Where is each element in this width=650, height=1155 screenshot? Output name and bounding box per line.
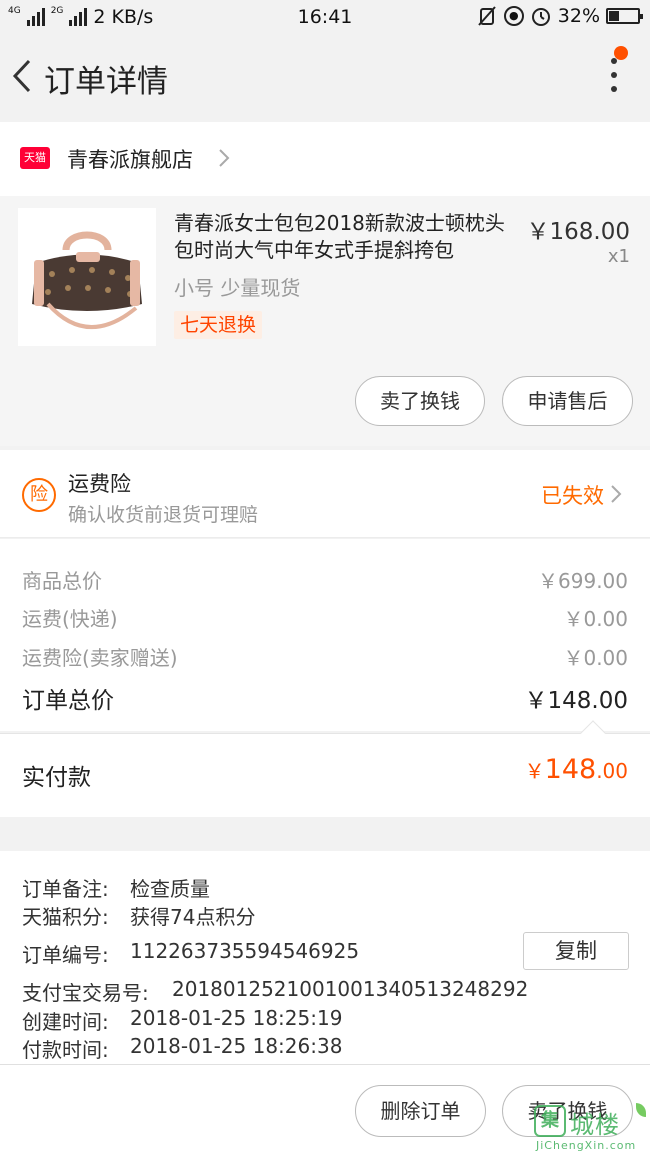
order-number-label: 订单编号: bbox=[22, 943, 109, 967]
chevron-left-icon[interactable] bbox=[12, 58, 32, 94]
actual-payment-row: 实付款 ￥148.00 bbox=[0, 720, 650, 817]
order-note-label: 订单备注: bbox=[22, 877, 109, 901]
created-time-value: 2018-01-25 18:25:19 bbox=[130, 1006, 343, 1030]
product-sku: 小号 少量现货 bbox=[174, 276, 301, 300]
summary-label: 商品总价 bbox=[22, 569, 102, 593]
paid-integer: 148 bbox=[544, 754, 597, 785]
return-policy-tag: 七天退换 bbox=[174, 311, 263, 339]
insurance-subtitle: 确认收货前退货可理赔 bbox=[68, 504, 259, 526]
product-title[interactable]: 青春派女士包包2018新款波士顿枕头包时尚大气中年女式手提斜挎包 bbox=[174, 210, 514, 264]
order-note-row: 订单备注: 检查质量 bbox=[22, 873, 210, 902]
notification-badge bbox=[614, 46, 628, 60]
paid-currency: ￥ bbox=[524, 759, 545, 783]
summary-value: ￥0.00 bbox=[563, 646, 628, 670]
watermark-logo: 集 城楼 JiChengXin.com bbox=[532, 1103, 648, 1153]
paid-time-label: 付款时间: bbox=[22, 1038, 109, 1062]
insurance-status: 已失效 bbox=[541, 484, 604, 508]
delete-order-button[interactable]: 删除订单 bbox=[355, 1085, 486, 1137]
paid-time-row: 付款时间: 2018-01-25 18:26:38 bbox=[22, 1034, 342, 1063]
copy-button[interactable]: 复制 bbox=[523, 932, 629, 970]
summary-row-order-total: 订单总价 ￥148.00 bbox=[22, 681, 628, 714]
watermark-subtext: JiChengXin.com bbox=[536, 1139, 637, 1152]
summary-label: 运费险(卖家赠送) bbox=[22, 646, 178, 670]
nav-bar: 订单详情 bbox=[0, 36, 650, 120]
summary-value: ￥699.00 bbox=[538, 569, 628, 593]
summary-row-goods: 商品总价 ￥699.00 bbox=[22, 565, 628, 595]
alarm-icon bbox=[531, 8, 550, 26]
page-title: 订单详情 bbox=[44, 64, 168, 100]
insurance-icon: 险 bbox=[22, 478, 56, 512]
sell-resale-button[interactable]: 卖了换钱 bbox=[355, 376, 485, 426]
product-card[interactable]: 青春派女士包包2018新款波士顿枕头包时尚大气中年女式手提斜挎包 ￥168.00… bbox=[0, 196, 650, 446]
order-total-value: ￥148.00 bbox=[524, 688, 628, 714]
summary-row-insurance: 运费险(卖家赠送) ￥0.00 bbox=[22, 642, 628, 672]
battery-percent: 32% bbox=[557, 5, 600, 27]
product-price: ￥168.00 bbox=[526, 219, 630, 245]
created-time-row: 创建时间: 2018-01-25 18:25:19 bbox=[22, 1006, 342, 1035]
summary-label: 运费(快递) bbox=[22, 607, 118, 631]
summary-row-shipping: 运费(快递) ￥0.00 bbox=[22, 603, 628, 633]
points-value: 获得74点积分 bbox=[130, 905, 256, 929]
order-number-value[interactable]: 112263735594546925 bbox=[130, 939, 359, 963]
alipay-number-label: 支付宝交易号: bbox=[22, 981, 149, 1005]
order-total-label: 订单总价 bbox=[22, 688, 114, 714]
shipping-insurance-row[interactable]: 险 运费险 确认收货前退货可理赔 已失效 bbox=[0, 450, 650, 538]
points-label: 天猫积分: bbox=[22, 905, 109, 929]
product-quantity: x1 bbox=[607, 246, 630, 267]
after-sales-button[interactable]: 申请售后 bbox=[502, 376, 633, 426]
insurance-title: 运费险 bbox=[68, 472, 131, 496]
paid-label: 实付款 bbox=[22, 765, 91, 791]
paid-amount: ￥148.00 bbox=[525, 754, 628, 785]
leaf-icon bbox=[636, 1103, 646, 1117]
product-image[interactable] bbox=[18, 208, 156, 346]
order-number-row: 订单编号: 112263735594546925 bbox=[22, 939, 359, 968]
handbag-image bbox=[32, 231, 142, 330]
chevron-right-icon bbox=[219, 149, 230, 167]
order-info: 订单备注: 检查质量 天猫积分: 获得74点积分 订单编号: 112263735… bbox=[0, 851, 650, 1066]
paid-decimal: .00 bbox=[596, 759, 628, 783]
price-summary: 商品总价 ￥699.00 运费(快递) ￥0.00 运费险(卖家赠送) ￥0.0… bbox=[0, 539, 650, 731]
mute-icon bbox=[478, 6, 496, 26]
alipay-number-value[interactable]: 2018012521001001340513248292 bbox=[172, 977, 528, 1001]
order-note-value: 检查质量 bbox=[130, 877, 210, 901]
summary-value: ￥0.00 bbox=[563, 607, 628, 631]
chevron-right-icon bbox=[611, 485, 622, 503]
battery-icon bbox=[606, 8, 643, 24]
paid-time-value: 2018-01-25 18:26:38 bbox=[130, 1034, 343, 1058]
watermark-text: 城楼 bbox=[570, 1111, 620, 1139]
watermark-icon: 集 bbox=[534, 1105, 566, 1137]
more-vertical-icon[interactable] bbox=[608, 58, 620, 96]
points-row: 天猫积分: 获得74点积分 bbox=[22, 901, 255, 930]
status-bar: 4G 2G 2 KB/s 16:41 ● 32% bbox=[0, 0, 650, 36]
rotation-lock-icon: ● bbox=[503, 6, 524, 26]
shop-row[interactable]: 天猫 青春派旗舰店 bbox=[0, 122, 650, 196]
alipay-number-row: 支付宝交易号: 2018012521001001340513248292 bbox=[22, 977, 528, 1006]
tmall-logo-icon: 天猫 bbox=[20, 147, 50, 169]
status-right: ● 32% bbox=[476, 5, 643, 27]
shop-name[interactable]: 青春派旗舰店 bbox=[67, 144, 193, 174]
created-time-label: 创建时间: bbox=[22, 1010, 109, 1034]
